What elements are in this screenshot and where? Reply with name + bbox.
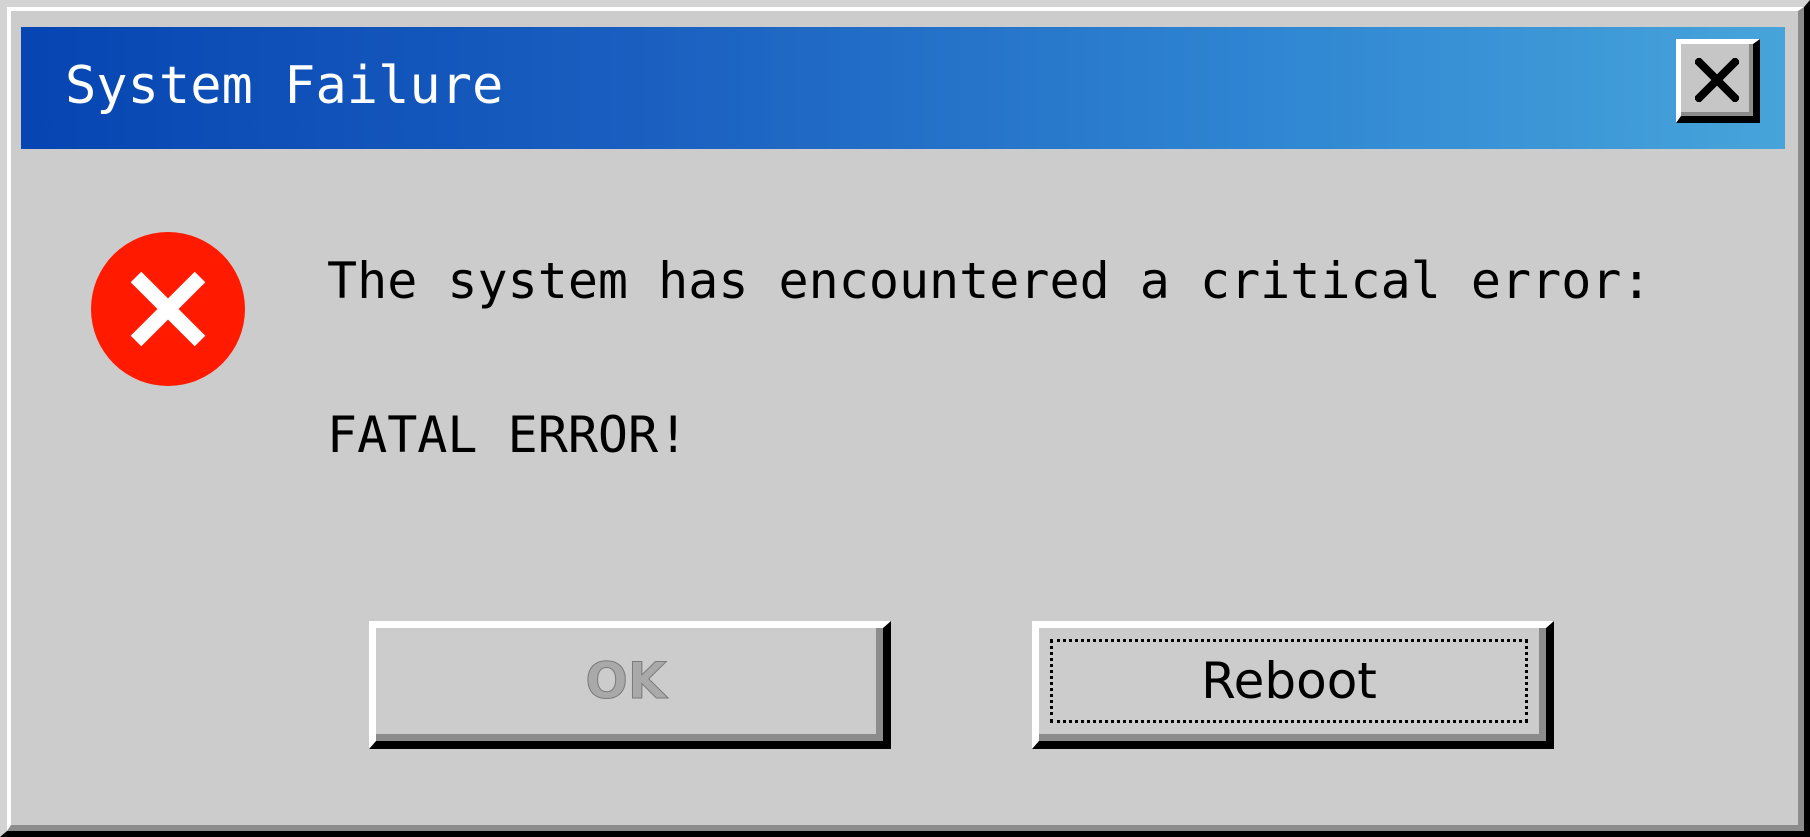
- title-bar[interactable]: System Failure: [21, 27, 1785, 149]
- error-dialog: System Failure The system has encountere…: [0, 0, 1810, 837]
- ok-button-label: OK: [585, 652, 667, 711]
- error-detail: FATAL ERROR!: [327, 406, 689, 464]
- ok-button[interactable]: OK: [369, 621, 891, 749]
- reboot-button-label: Reboot: [1201, 652, 1377, 710]
- close-button[interactable]: [1676, 39, 1760, 123]
- reboot-button[interactable]: Reboot: [1032, 621, 1554, 749]
- error-icon: [91, 232, 245, 386]
- close-icon: [1695, 58, 1739, 102]
- error-message: The system has encountered a critical er…: [327, 252, 1652, 310]
- window-title: System Failure: [65, 56, 504, 116]
